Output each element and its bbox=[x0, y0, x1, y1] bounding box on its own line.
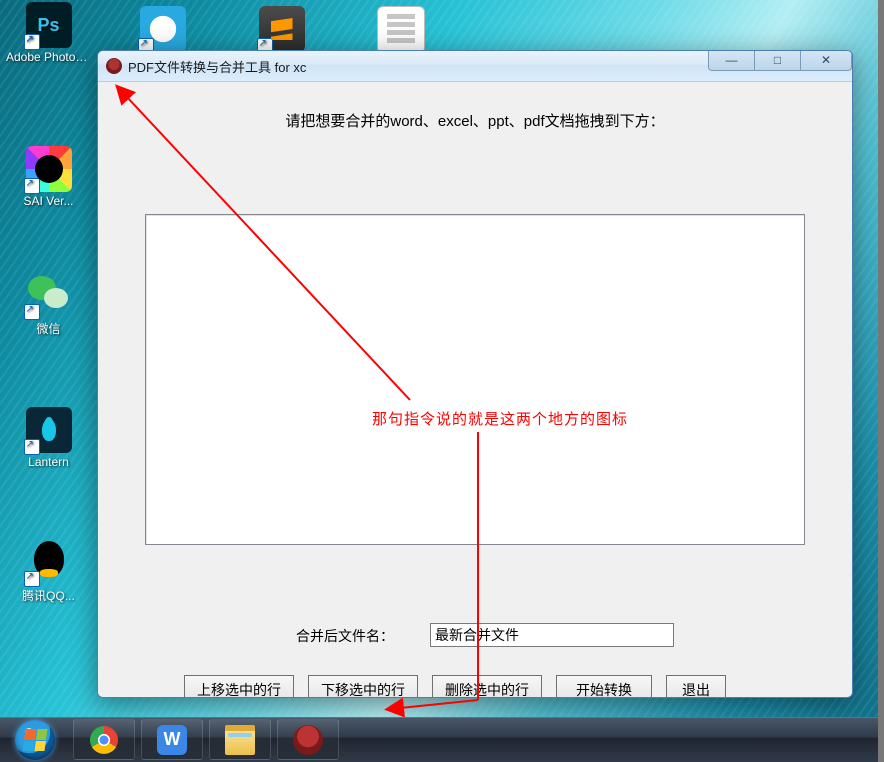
close-icon: ✕ bbox=[821, 53, 831, 67]
explorer-icon bbox=[225, 725, 255, 755]
titlebar[interactable]: PDF文件转换与合并工具 for xc — □ ✕ bbox=[98, 51, 852, 82]
delete-row-button[interactable]: 删除选中的行 bbox=[432, 675, 542, 698]
desktop-icons-column: Ps Adobe Photosh.. SAI Ver... 微信 Lantern… bbox=[6, 0, 96, 606]
shortcut-badge-icon bbox=[24, 178, 40, 194]
filename-label: 合并后文件名： bbox=[296, 626, 394, 646]
window-controls: — □ ✕ bbox=[708, 50, 852, 71]
app-window: PDF文件转换与合并工具 for xc — □ ✕ 请把想要合并的word、ex… bbox=[97, 50, 853, 698]
qq-icon bbox=[26, 539, 72, 585]
instruction-text: 请把想要合并的word、excel、ppt、pdf文档拖拽到下方： bbox=[98, 82, 852, 131]
drop-area[interactable] bbox=[145, 214, 805, 545]
chrome-icon bbox=[90, 726, 118, 754]
taskbar-item-app[interactable] bbox=[277, 719, 339, 760]
shortcut-badge-icon bbox=[24, 571, 40, 587]
maximize-icon: □ bbox=[774, 53, 781, 67]
window-title: PDF文件转换与合并工具 for xc bbox=[128, 57, 306, 76]
close-button[interactable]: ✕ bbox=[801, 50, 852, 71]
lantern-icon bbox=[26, 407, 72, 453]
taskbar: W bbox=[0, 717, 884, 762]
taskbar-item-wps[interactable]: W bbox=[141, 719, 203, 760]
filename-input[interactable] bbox=[430, 623, 674, 647]
minimize-icon: — bbox=[726, 53, 738, 67]
start-convert-button[interactable]: 开始转换 bbox=[556, 675, 652, 698]
annotation-text: 那句指令说的就是这两个地方的图标 bbox=[372, 408, 628, 429]
desktop-icon-label: 微信 bbox=[6, 320, 91, 337]
move-down-button[interactable]: 下移选中的行 bbox=[308, 675, 418, 698]
wangwang-icon bbox=[140, 6, 186, 52]
minimize-button[interactable]: — bbox=[708, 50, 755, 71]
desktop-icon-qq[interactable]: 腾讯QQ... bbox=[6, 537, 91, 606]
desktop-icon-lantern[interactable]: Lantern bbox=[6, 405, 91, 471]
windows-logo-icon bbox=[15, 720, 55, 760]
desktop-icon-label: SAI Ver... bbox=[6, 194, 91, 208]
sublime-icon bbox=[259, 6, 305, 52]
desktop-icon-label: Adobe Photosh.. bbox=[6, 50, 91, 64]
desktop-icon-photoshop[interactable]: Ps Adobe Photosh.. bbox=[6, 0, 91, 66]
taskbar-item-explorer[interactable] bbox=[209, 719, 271, 760]
right-border-strip bbox=[878, 0, 884, 762]
desktop-icon-sai[interactable]: SAI Ver... bbox=[6, 144, 91, 210]
wechat-icon bbox=[26, 272, 72, 318]
desktop: Ps Adobe Photosh.. SAI Ver... 微信 Lantern… bbox=[0, 0, 884, 762]
taskbar-item-chrome[interactable] bbox=[73, 719, 135, 760]
shortcut-badge-icon bbox=[24, 304, 40, 320]
window-body: 请把想要合并的word、excel、ppt、pdf文档拖拽到下方： 合并后文件名… bbox=[98, 82, 852, 697]
photoshop-icon: Ps bbox=[26, 2, 72, 48]
move-up-button[interactable]: 上移选中的行 bbox=[184, 675, 294, 698]
desktop-icon-label: 腾讯QQ... bbox=[6, 587, 91, 604]
exit-button[interactable]: 退出 bbox=[666, 675, 726, 698]
desktop-icon-wechat[interactable]: 微信 bbox=[6, 270, 91, 339]
desktop-icon-label: Lantern bbox=[6, 455, 91, 469]
sai-icon bbox=[26, 146, 72, 192]
app-icon bbox=[106, 58, 122, 74]
shortcut-badge-icon bbox=[24, 439, 40, 455]
document-icon bbox=[377, 6, 425, 54]
app-face-icon bbox=[293, 725, 323, 755]
button-row: 上移选中的行 下移选中的行 删除选中的行 开始转换 退出 bbox=[184, 675, 726, 698]
start-button[interactable] bbox=[0, 717, 70, 762]
shortcut-badge-icon bbox=[24, 34, 40, 50]
maximize-button[interactable]: □ bbox=[755, 50, 801, 71]
wps-icon: W bbox=[157, 725, 187, 755]
